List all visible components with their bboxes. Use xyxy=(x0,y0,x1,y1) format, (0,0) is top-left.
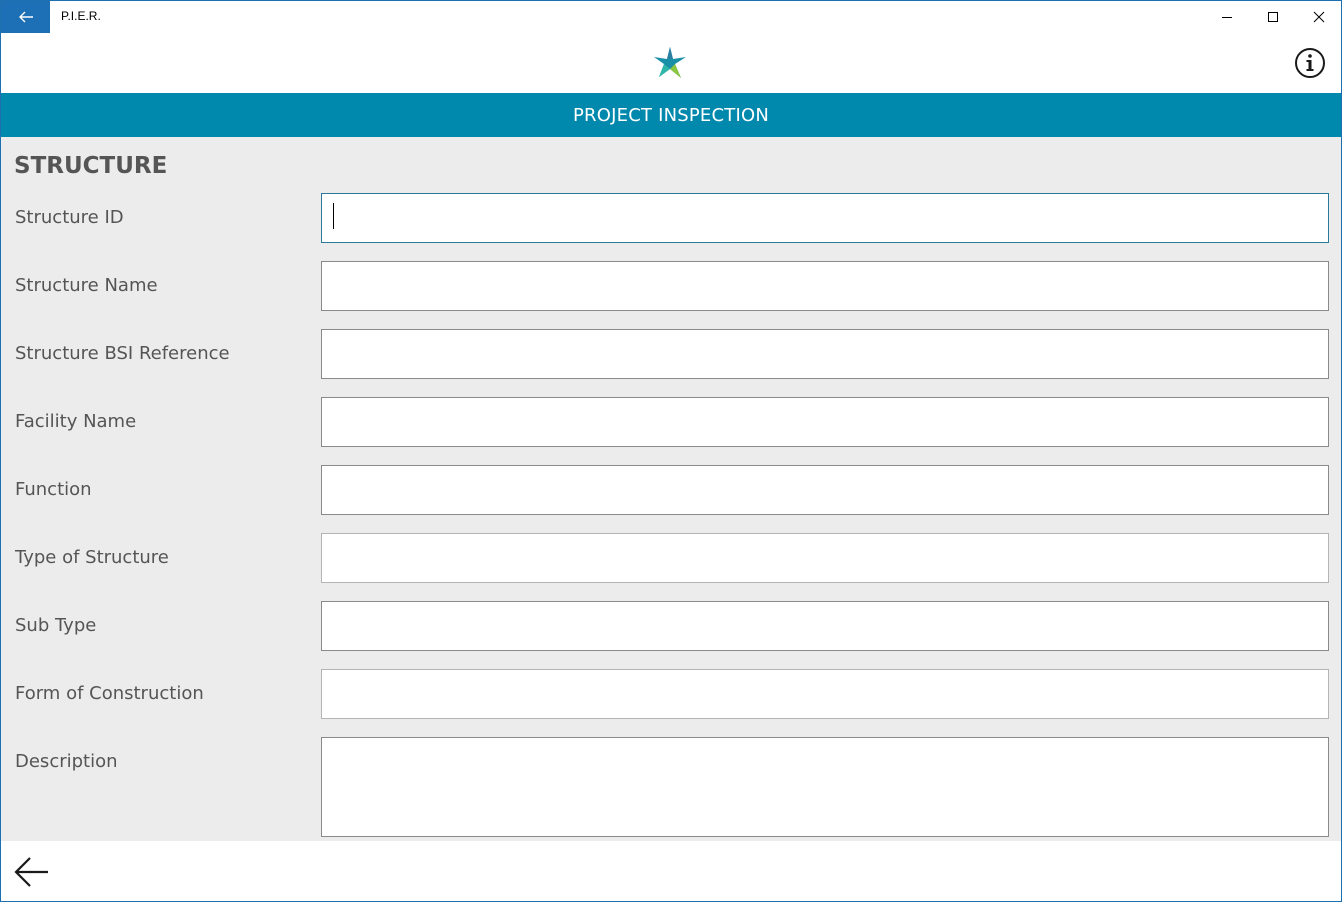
structure-name-label: Structure Name xyxy=(15,275,158,296)
bottom-app-bar xyxy=(1,841,1341,901)
description-label: Description xyxy=(15,751,118,772)
structure-name-input[interactable] xyxy=(321,261,1329,311)
sub-type-input[interactable] xyxy=(321,601,1329,651)
minimize-button[interactable] xyxy=(1204,1,1250,33)
section-title: STRUCTURE xyxy=(14,153,168,179)
app-window: P.I.E.R. PROJECT INSPECTION STRUCTURE St… xyxy=(0,0,1342,902)
sub-type-label: Sub Type xyxy=(15,615,97,636)
structure-id-input[interactable] xyxy=(321,193,1329,243)
minimize-icon xyxy=(1222,17,1232,18)
maximize-button[interactable] xyxy=(1250,1,1296,33)
maximize-icon xyxy=(1268,12,1278,22)
close-button[interactable] xyxy=(1296,1,1342,33)
form-of-construction-label: Form of Construction xyxy=(15,683,204,704)
info-icon[interactable] xyxy=(1294,47,1326,79)
structure-bsi-reference-label: Structure BSI Reference xyxy=(15,343,230,364)
text-caret xyxy=(333,203,334,229)
star-logo-icon xyxy=(654,47,686,78)
structure-form: STRUCTURE Structure ID Structure Name St… xyxy=(1,137,1341,841)
description-textarea[interactable] xyxy=(321,737,1329,837)
structure-bsi-reference-input[interactable] xyxy=(321,329,1329,379)
function-label: Function xyxy=(15,479,92,500)
type-of-structure-input[interactable] xyxy=(321,533,1329,583)
window-title: P.I.E.R. xyxy=(61,9,101,23)
page-banner: PROJECT INSPECTION xyxy=(1,93,1341,137)
facility-name-input[interactable] xyxy=(321,397,1329,447)
arrow-left-icon[interactable] xyxy=(13,855,51,889)
form-of-construction-input[interactable] xyxy=(321,669,1329,719)
title-bar: P.I.E.R. xyxy=(1,1,1341,33)
type-of-structure-label: Type of Structure xyxy=(15,547,169,568)
titlebar-back-button[interactable] xyxy=(1,1,50,33)
structure-id-label: Structure ID xyxy=(15,207,124,228)
app-header xyxy=(1,33,1341,93)
page-title: PROJECT INSPECTION xyxy=(572,104,770,126)
close-icon xyxy=(1313,11,1325,23)
arrow-left-icon xyxy=(18,11,33,23)
facility-name-label: Facility Name xyxy=(15,411,137,432)
function-input[interactable] xyxy=(321,465,1329,515)
